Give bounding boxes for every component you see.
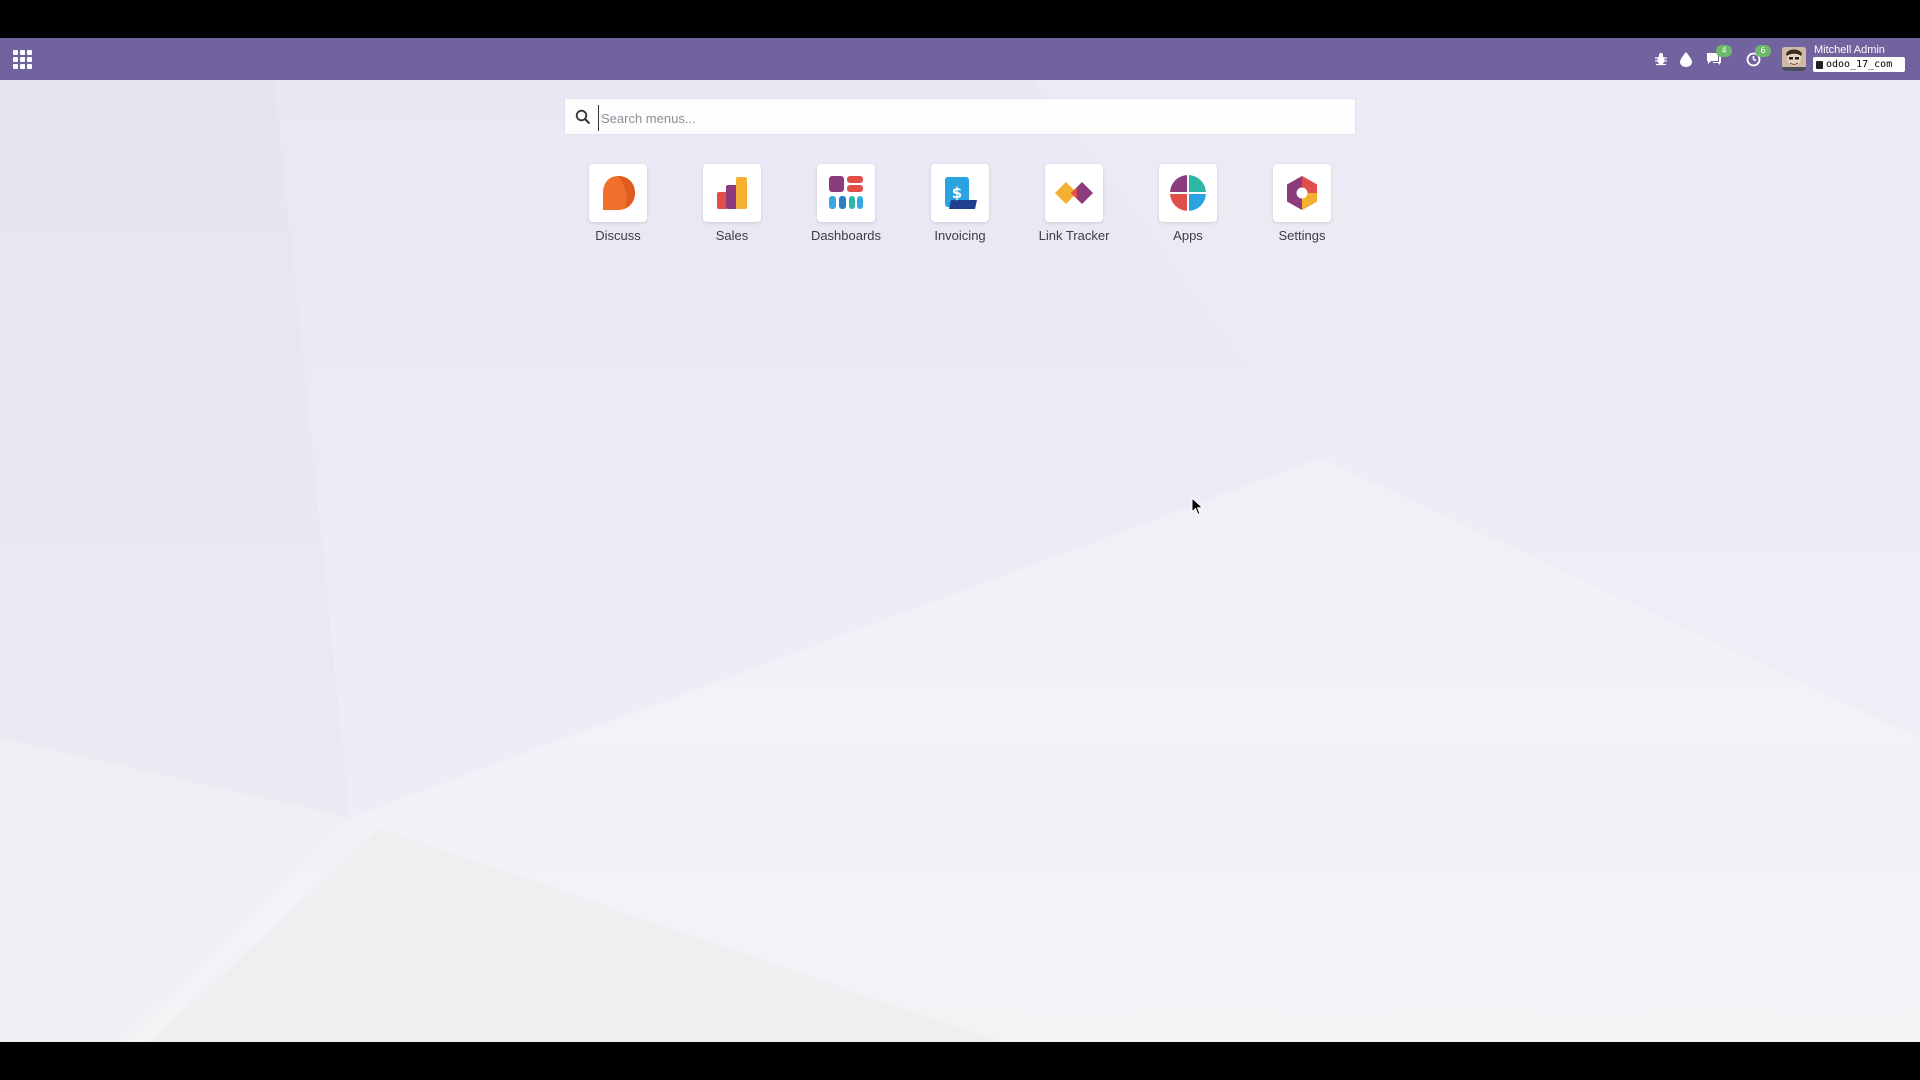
app-label: Apps [1173, 228, 1203, 243]
app-tile-apps[interactable]: Apps [1138, 164, 1238, 254]
app-tile-sales[interactable]: Sales [682, 164, 782, 254]
app-tile-invoicing[interactable]: $ Invoicing [910, 164, 1010, 254]
user-name[interactable]: Mitchell Admin [1814, 44, 1885, 56]
app-tile-settings[interactable]: Settings [1252, 164, 1352, 254]
app-tile-dashboards[interactable]: Dashboards [796, 164, 896, 254]
chat-icon[interactable]: 4 [1704, 45, 1732, 69]
database-name: odoo_17_com [1826, 59, 1893, 70]
home-screen: 4 6 Mitchell Admin odoo_17_com Search me… [0, 38, 1920, 1042]
letterbox-bottom [0, 1042, 1920, 1080]
drop-icon[interactable] [1676, 49, 1696, 69]
search-icon [575, 109, 591, 125]
apps-icon [1159, 164, 1217, 222]
svg-text:$: $ [952, 184, 962, 202]
user-avatar[interactable] [1782, 47, 1806, 71]
apps-menu-icon[interactable] [10, 47, 34, 71]
app-label: Discuss [595, 228, 641, 243]
mouse-cursor-icon [1191, 497, 1204, 516]
app-tile-discuss[interactable]: Discuss [568, 164, 668, 254]
messages-count-badge: 4 [1716, 45, 1732, 57]
bug-icon[interactable] [1651, 49, 1671, 69]
app-label: Invoicing [934, 228, 986, 243]
database-icon [1816, 60, 1823, 69]
invoicing-icon: $ [931, 164, 989, 222]
letterbox-top [0, 0, 1920, 38]
dashboards-icon [817, 164, 875, 222]
database-badge: odoo_17_com [1813, 57, 1905, 72]
app-tile-link-tracker[interactable]: Link Tracker [1024, 164, 1124, 254]
clock-icon[interactable]: 6 [1743, 45, 1771, 69]
app-label: Settings [1278, 228, 1326, 243]
app-label: Dashboards [810, 228, 882, 243]
sales-icon [703, 164, 761, 222]
link-tracker-icon [1045, 164, 1103, 222]
app-label: Sales [715, 228, 749, 243]
top-navbar: 4 6 Mitchell Admin odoo_17_com [0, 38, 1920, 80]
discuss-icon [589, 164, 647, 222]
app-label: Link Tracker [1038, 228, 1110, 243]
settings-icon [1273, 164, 1331, 222]
menu-search-box[interactable] [564, 98, 1356, 135]
search-input[interactable] [598, 105, 1343, 131]
activities-count-badge: 6 [1755, 45, 1771, 57]
